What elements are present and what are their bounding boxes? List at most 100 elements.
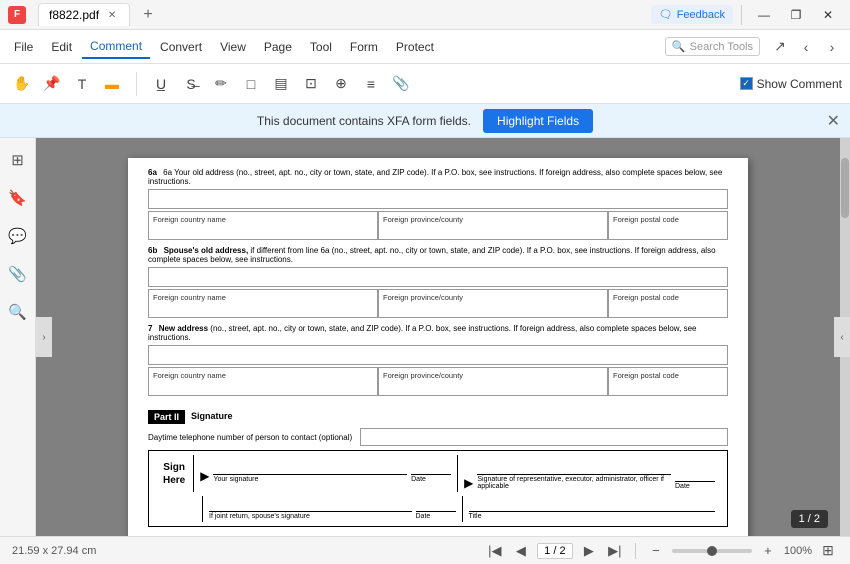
menu-tool[interactable]: Tool (302, 36, 340, 58)
menu-comment[interactable]: Comment (82, 35, 150, 59)
restore-button[interactable]: ❐ (782, 1, 810, 29)
field-6b-num: 6b (148, 246, 157, 255)
stamp-button[interactable]: ⊕ (327, 70, 355, 98)
menu-form[interactable]: Form (342, 36, 386, 58)
status-right: |◀ ◀ ▶ ▶| − + 100% ⊞ (485, 541, 838, 561)
area-button[interactable]: ⊡ (297, 70, 325, 98)
draw-button[interactable]: ✏ (207, 70, 235, 98)
date-field-2: Date (675, 464, 715, 490)
xfa-banner: This document contains XFA form fields. … (0, 104, 850, 138)
menu-convert[interactable]: Convert (152, 36, 210, 58)
field-6a-desc: (no., street, apt. no., city or town, st… (148, 168, 722, 186)
foreign-postal-label-1: Foreign postal code (613, 214, 723, 225)
prev-page-button[interactable]: ◀ (511, 541, 531, 561)
sep1 (136, 72, 137, 96)
field-6b-title: Spouse's old address, (164, 246, 249, 255)
rep-sig-row: ▶ Signature of representative, executor,… (464, 457, 715, 490)
app-icon: F (8, 6, 26, 24)
hand-tool-button[interactable]: ✋ (8, 70, 36, 98)
nav-forward-button[interactable]: › (820, 35, 844, 59)
titlebar: F f8822.pdf ✕ + 🗨 Feedback — ❐ ✕ (0, 0, 850, 30)
banner-close-button[interactable]: ✕ (827, 111, 840, 131)
foreign-province-label-3: Foreign province/county (383, 370, 603, 381)
foreign-postal-label-2: Foreign postal code (613, 292, 723, 303)
sign-row-2: If joint return, spouse's signature Date… (155, 496, 721, 522)
new-tab-button[interactable]: + (136, 3, 160, 27)
left-panel-toggle[interactable]: › (36, 317, 52, 357)
foreign-postal-value-2 (613, 303, 723, 315)
highlight-fields-button[interactable]: Highlight Fields (483, 109, 593, 133)
titlebar-right: 🗨 Feedback — ❐ ✕ (651, 1, 842, 29)
close-button[interactable]: ✕ (814, 1, 842, 29)
zoom-in-button[interactable]: + (758, 541, 778, 561)
next-page-button[interactable]: ▶ (579, 541, 599, 561)
share-button[interactable]: ↗ (768, 35, 792, 59)
sidebar-attachments-button[interactable]: 📎 (4, 260, 32, 288)
rep-sig-field: Signature of representative, executor, a… (477, 457, 671, 490)
date-line-3 (416, 498, 456, 512)
field-6a-row: 6a 6a Your old address (no., street, apt… (148, 168, 728, 186)
your-sig-label: Your signature (213, 476, 407, 483)
date-label-1: Date (411, 476, 451, 483)
form-footer: For Privacy Act and Paperwork Reduction … (148, 535, 728, 536)
your-signature-area: ▶ Your signature Date (194, 455, 458, 492)
title-line (469, 498, 716, 512)
pdf-viewport: 6a 6a Your old address (no., street, apt… (36, 138, 840, 536)
search-tools-box[interactable]: 🔍 Search Tools (665, 37, 760, 56)
tab-close-button[interactable]: ✕ (105, 8, 119, 22)
menu-protect[interactable]: Protect (388, 36, 442, 58)
pdf-page: 6a 6a Your old address (no., street, apt… (128, 158, 748, 536)
sidebar-pages-button[interactable]: ⊞ (4, 146, 32, 174)
foreign-province-1: Foreign province/county (378, 211, 608, 240)
right-panel-toggle[interactable]: ‹ (834, 317, 850, 357)
foreign-province-label-1: Foreign province/county (383, 214, 603, 225)
text-comment-button[interactable]: T (68, 70, 96, 98)
scrollbar-thumb[interactable] (841, 158, 849, 218)
foreign-province-2: Foreign province/county (378, 289, 608, 318)
title-label: Title (469, 513, 716, 520)
feedback-icon: 🗨 (659, 8, 673, 21)
field-6a-num: 6a (148, 168, 157, 177)
field-7-foreign-row: Foreign country name Foreign province/co… (148, 367, 728, 396)
menu-edit[interactable]: Edit (43, 36, 80, 58)
attach-button[interactable]: 📎 (387, 70, 415, 98)
status-sep (635, 543, 636, 559)
menu-page[interactable]: Page (256, 36, 300, 58)
show-comment-checkbox[interactable] (740, 77, 753, 90)
representative-area: ▶ Signature of representative, executor,… (458, 455, 721, 492)
zoom-slider[interactable] (672, 549, 752, 553)
date-line-1 (411, 457, 451, 475)
underline-button[interactable]: U̲ (147, 70, 175, 98)
tab[interactable]: f8822.pdf ✕ (38, 3, 130, 26)
sidebar-bookmarks-button[interactable]: 🔖 (4, 184, 32, 212)
fit-page-button[interactable]: ⊞ (818, 541, 838, 561)
foreign-postal-3: Foreign postal code (608, 367, 728, 396)
shapes-button[interactable]: □ (237, 70, 265, 98)
sidebar-search-button[interactable]: 🔍 (4, 298, 32, 326)
menu-actions: ↗ ‹ › (768, 35, 844, 59)
feedback-button[interactable]: 🗨 Feedback (651, 5, 733, 24)
highlight-button[interactable]: ▬ (98, 70, 126, 98)
first-page-button[interactable]: |◀ (485, 541, 505, 561)
menu-view[interactable]: View (212, 36, 254, 58)
last-page-button[interactable]: ▶| (605, 541, 625, 561)
menu-file[interactable]: File (6, 36, 41, 58)
foreign-country-value-2 (153, 303, 373, 315)
document-dimensions: 21.59 x 27.94 cm (12, 545, 96, 557)
minimize-button[interactable]: — (750, 1, 778, 29)
nav-back-button[interactable]: ‹ (794, 35, 818, 59)
daytime-phone-row: Daytime telephone number of person to co… (148, 428, 728, 446)
zoom-out-button[interactable]: − (646, 541, 666, 561)
text-box-button[interactable]: ▤ (267, 70, 295, 98)
signature-button[interactable]: ≡ (357, 70, 385, 98)
rep-sig-line (477, 457, 671, 475)
strikethrough-button[interactable]: S̶ (177, 70, 205, 98)
field-6b-row: 6b Spouse's old address, if different fr… (148, 246, 728, 264)
page-input[interactable] (537, 543, 573, 559)
sidebar-comments-button[interactable]: 💬 (4, 222, 32, 250)
sticky-note-button[interactable]: 📌 (38, 70, 66, 98)
foreign-postal-label-3: Foreign postal code (613, 370, 723, 381)
titlebar-left: F f8822.pdf ✕ + (8, 3, 160, 27)
foreign-country-label-1: Foreign country name (153, 214, 373, 225)
your-sig-left: ▶ Your signature Date (200, 457, 451, 483)
